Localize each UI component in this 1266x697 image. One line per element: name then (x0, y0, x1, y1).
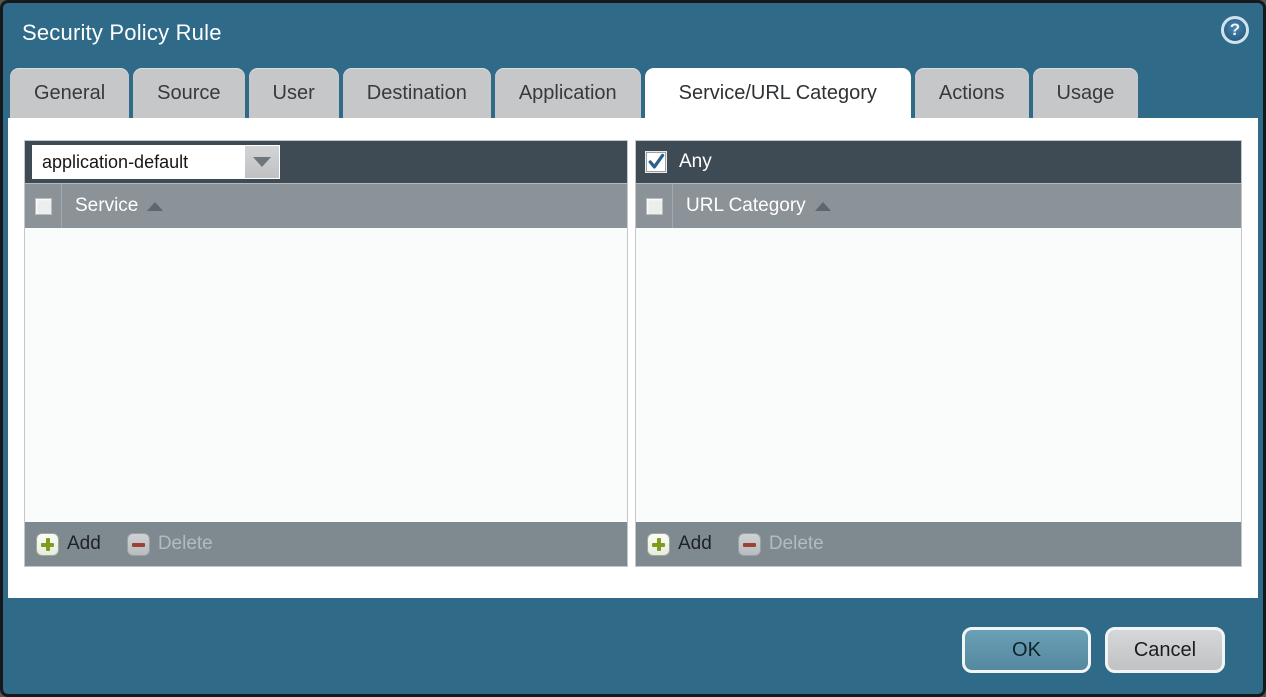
cancel-button[interactable]: Cancel (1105, 627, 1225, 673)
any-checkbox-label: Any (679, 151, 712, 173)
tab-usage[interactable]: Usage (1033, 68, 1139, 118)
url-category-select-all-checkbox[interactable] (646, 198, 663, 215)
column-separator (61, 184, 62, 228)
url-category-delete-button[interactable]: Delete (738, 533, 824, 556)
url-category-table-body[interactable] (636, 228, 1241, 522)
tab-bar: General Source User Destination Applicat… (10, 68, 1138, 118)
minus-icon (127, 533, 150, 556)
service-table-header: Service (25, 183, 627, 228)
service-select-all-checkbox[interactable] (35, 198, 52, 215)
service-type-combobox (32, 145, 280, 179)
tab-user[interactable]: User (249, 68, 339, 118)
service-panel-footer: Add Delete (25, 522, 627, 566)
plus-icon (647, 533, 670, 556)
minus-icon (738, 533, 761, 556)
url-category-panel-footer: Add Delete (636, 522, 1241, 566)
tab-general[interactable]: General (10, 68, 129, 118)
url-category-panel: Any URL Category Add Delete (635, 140, 1242, 567)
service-add-button[interactable]: Add (36, 533, 101, 556)
delete-button-label: Delete (158, 533, 213, 555)
ok-button[interactable]: OK (962, 627, 1091, 673)
service-delete-button[interactable]: Delete (127, 533, 213, 556)
service-column-header[interactable]: Service (75, 195, 138, 217)
service-panel-topbar (25, 141, 627, 183)
sort-ascending-icon (815, 202, 831, 211)
service-panel: Service Add Delete (24, 140, 628, 567)
security-policy-rule-dialog: Security Policy Rule ? General Source Us… (0, 0, 1266, 697)
tab-application[interactable]: Application (495, 68, 641, 118)
url-category-panel-topbar: Any (636, 141, 1241, 183)
service-type-input[interactable] (32, 145, 244, 179)
url-category-column-header[interactable]: URL Category (686, 195, 806, 217)
url-category-add-button[interactable]: Add (647, 533, 712, 556)
dialog-title: Security Policy Rule (22, 20, 222, 46)
add-button-label: Add (67, 533, 101, 555)
sort-ascending-icon (147, 202, 163, 211)
tab-destination[interactable]: Destination (343, 68, 491, 118)
url-category-table-header: URL Category (636, 183, 1241, 228)
add-button-label: Add (678, 533, 712, 555)
delete-button-label: Delete (769, 533, 824, 555)
plus-icon (36, 533, 59, 556)
help-icon[interactable]: ? (1221, 16, 1249, 44)
tab-service-url-category[interactable]: Service/URL Category (645, 68, 911, 118)
service-table-body[interactable] (25, 228, 627, 522)
tab-source[interactable]: Source (133, 68, 244, 118)
any-checkbox[interactable] (646, 152, 666, 172)
tab-actions[interactable]: Actions (915, 68, 1029, 118)
column-separator (672, 184, 673, 228)
dialog-titlebar: Security Policy Rule ? (3, 3, 1263, 65)
service-type-dropdown-button[interactable] (244, 145, 280, 179)
tab-content-service-url-category: Service Add Delete (8, 118, 1258, 598)
any-checkbox-row: Any (643, 151, 712, 173)
check-icon (647, 151, 665, 173)
chevron-down-icon (253, 157, 271, 167)
